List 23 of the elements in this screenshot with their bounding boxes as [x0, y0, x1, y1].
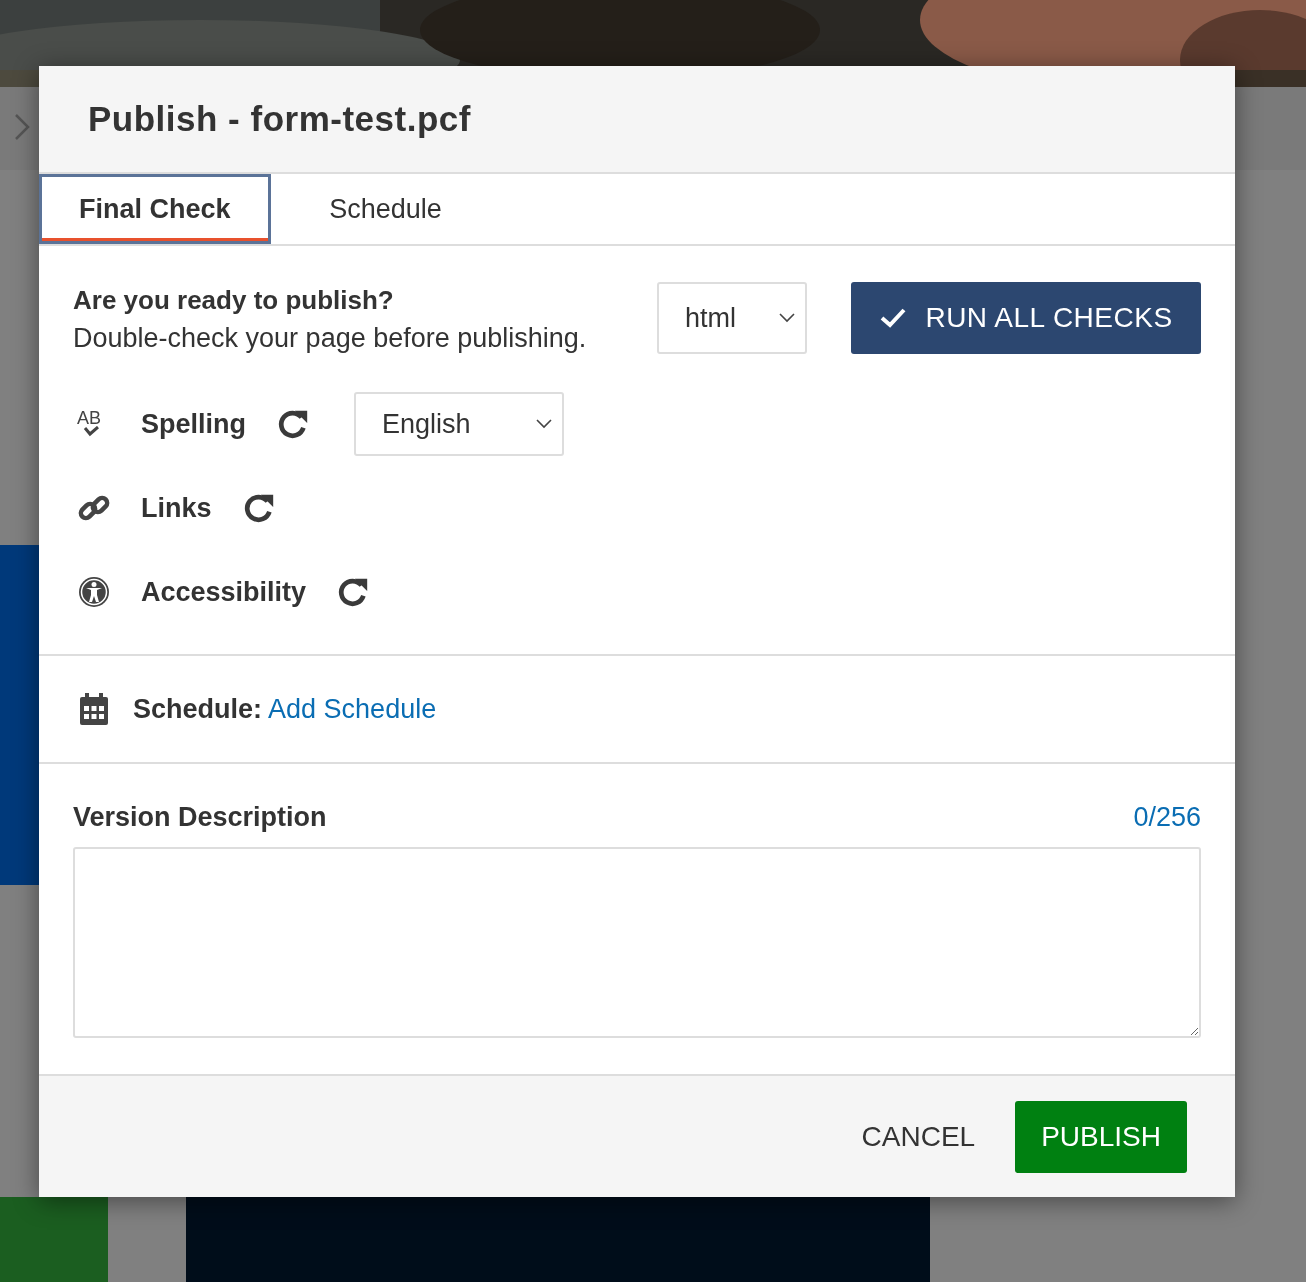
language-select[interactable]: English — [354, 392, 564, 456]
field-label: Version Description — [73, 802, 327, 833]
intro-text: Double-check your page before publishing. — [73, 322, 588, 355]
chevron-down-icon[interactable] — [536, 419, 552, 429]
check-label: Spelling — [141, 408, 246, 440]
dialog-title: Publish - form-test.pcf — [88, 99, 471, 139]
schedule-label: Schedule: — [133, 693, 263, 724]
tab[interactable]: Final Check — [39, 174, 271, 244]
check-label: Links — [141, 492, 212, 524]
character-counter: 0/256 — [1133, 802, 1201, 833]
calendar-icon — [79, 693, 109, 725]
add-schedule-link[interactable]: Add Schedule — [268, 693, 437, 724]
cancel-button[interactable]: CANCEL — [861, 1100, 976, 1173]
run-all-checks-button[interactable]: RUN ALL CHECKS — [851, 282, 1201, 354]
publish-button[interactable]: PUBLISH — [1015, 1100, 1187, 1173]
checkmark-icon — [879, 307, 908, 329]
tab[interactable]: Schedule — [270, 174, 501, 244]
chevron-down-icon[interactable] — [779, 313, 795, 323]
accessibility-icon — [77, 575, 111, 609]
output-select[interactable]: html — [657, 282, 807, 354]
check-label: Accessibility — [141, 576, 307, 608]
intro-heading: Are you ready to publish? — [73, 284, 395, 317]
version-description-field[interactable] — [73, 847, 1201, 1038]
